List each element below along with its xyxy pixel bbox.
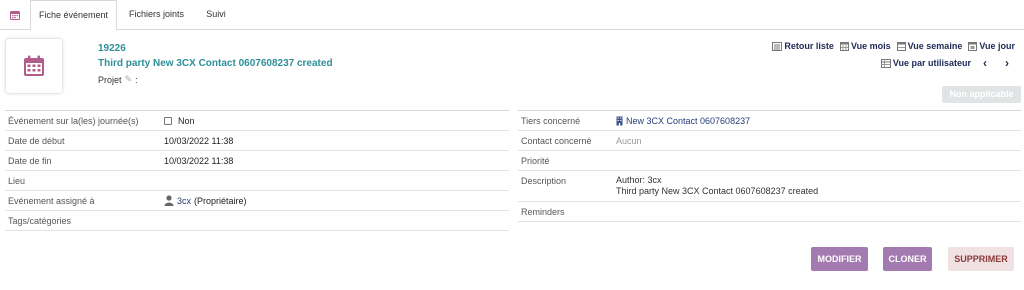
view-nav-row1: Retour liste Vue mois Vue semaine Vue jo… [772,41,1015,51]
fullday-checkbox[interactable] [164,116,172,125]
field-label: Description [521,176,567,186]
date-debut-value: 10/03/2022 11:38 [164,135,234,146]
tab-calendar[interactable] [0,0,30,30]
projet-separator: : [135,74,138,85]
field-row-date-debut: Date de début 10/03/2022 11:38 [5,131,509,151]
vue-semaine-link[interactable]: Vue semaine [896,41,963,51]
tiers-value: New 3CX Contact 0607608237 [616,116,750,126]
vue-semaine-label: Vue semaine [907,41,963,51]
tab-fiche-evenement[interactable]: Fiche événement [30,0,117,31]
projet-label: Projet [98,74,122,85]
field-row-date-fin: Date de fin 10/03/2022 11:38 [5,151,509,171]
user-icon [164,195,174,206]
field-row-reminders: Reminders [518,202,1021,222]
calendar-icon [10,11,20,20]
description-line: Author: 3cx Third party New 3CX Contact … [616,171,818,201]
modifier-button[interactable]: MODIFIER [811,247,868,271]
field-label: Evénement assigné à [8,195,95,206]
description-value: Author: 3cx Third party New 3CX Contact … [616,171,818,201]
field-row-description: Description Author: 3cx Third party New … [518,171,1021,202]
previous-arrow-icon[interactable]: ‹ [977,57,993,69]
field-label: Reminders [521,206,565,217]
cloner-button[interactable]: CLONER [883,247,932,271]
tiers-link[interactable]: New 3CX Contact 0607608237 [626,116,750,126]
field-label: Événement sur la(les) journée(s) [8,115,139,126]
assigned-user-link[interactable]: 3cx [177,196,191,206]
status-badge: Non applicable [942,86,1021,103]
field-label: Tiers concerné [521,115,581,126]
date-fin-value: 10/03/2022 11:38 [164,155,234,166]
event-ref: 19226 [98,43,126,54]
description-line1: Author: 3cx [616,175,662,185]
tab-suivi[interactable]: Suivi [198,0,234,30]
view-nav-row2: Vue par utilisateur ‹ › [880,57,1015,69]
contact-value: Aucun [616,135,642,146]
calendar-week-icon [896,41,906,51]
field-value: Non [164,116,195,126]
field-label: Lieu [8,175,26,186]
field-row-fullday: Événement sur la(les) journée(s) Non [5,111,509,131]
field-label: Date de début [8,135,65,146]
vue-par-utilisateur-link[interactable]: Vue par utilisateur [880,58,971,68]
event-fields-left: Événement sur la(les) journée(s) Non Dat… [5,110,509,231]
next-arrow-icon[interactable]: › [999,57,1015,69]
assigne-value: 3cx (Propriétaire) [164,195,247,206]
field-row-tags: Tags/catégories [5,211,509,231]
description-line2: Third party New 3CX Contact 0607608237 c… [616,186,819,196]
vue-mois-link[interactable]: Vue mois [839,41,891,51]
fullday-value: Non [178,115,195,126]
retour-liste-link[interactable]: Retour liste [772,41,834,51]
calendar-icon [24,55,44,76]
field-label: Tags/catégories [8,215,72,226]
tab-fichiers-joints[interactable]: Fichiers joints [121,0,192,30]
field-row-assigne: Evénement assigné à 3cx (Propriétaire) [5,191,509,211]
vue-jour-label: Vue jour [979,41,1015,51]
field-row-priorite: Priorité [518,151,1021,171]
calendar-users-icon [880,58,891,68]
field-label: Priorité [521,155,550,166]
field-label: Date de fin [8,155,52,166]
projet-field: Projet ✎ : [98,74,138,85]
list-icon [772,41,783,51]
pencil-icon[interactable]: ✎ [125,74,133,85]
calendar-day-icon [968,41,978,51]
event-title: Third party New 3CX Contact 0607608237 c… [98,58,333,69]
field-label: Contact concerné [521,135,592,146]
event-fields-right: Tiers concerné New 3CX Contact 060760823… [518,110,1021,222]
field-row-tiers: Tiers concerné New 3CX Contact 060760823… [518,111,1021,131]
field-row-contact: Contact concerné Aucun [518,131,1021,151]
tab-bar: Fiche événement Fichiers joints Suivi [0,0,1024,31]
assigned-user-role: (Propriétaire) [194,195,247,206]
event-picture [6,39,62,93]
vue-jour-link[interactable]: Vue jour [968,41,1015,51]
vue-mois-label: Vue mois [850,41,891,51]
field-row-lieu: Lieu [5,171,509,191]
calendar-month-icon [839,41,849,51]
retour-liste-label: Retour liste [784,41,834,51]
vue-par-utilisateur-label: Vue par utilisateur [892,58,971,68]
supprimer-button[interactable]: SUPPRIMER [948,247,1014,271]
building-icon [616,116,623,125]
